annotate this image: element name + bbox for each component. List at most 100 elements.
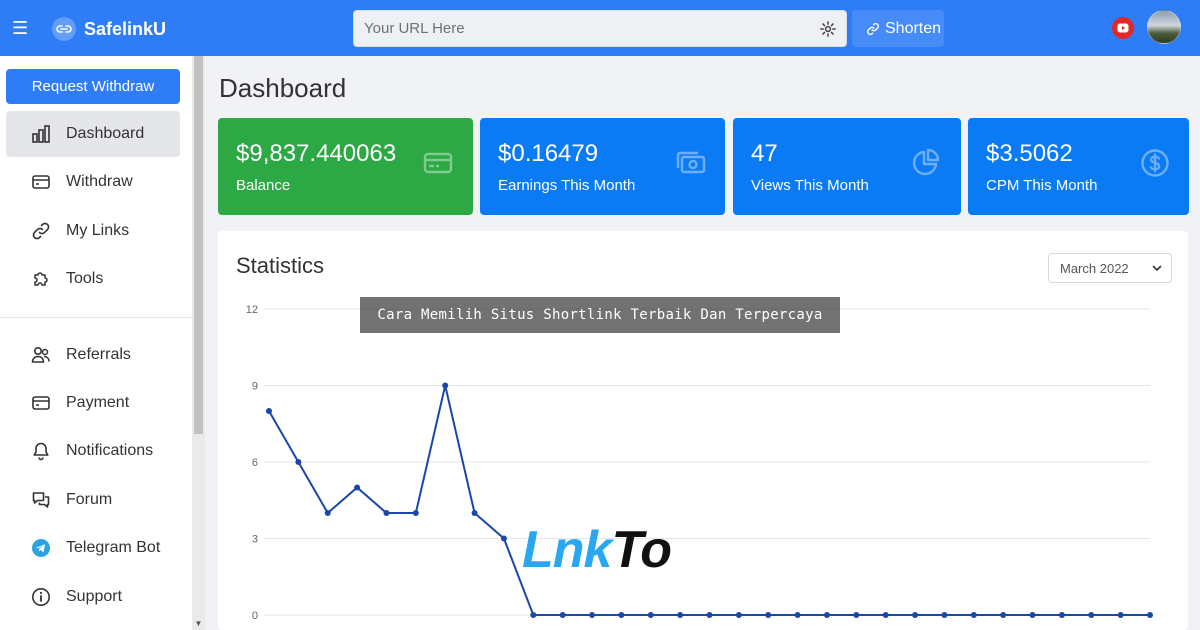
link-icon: [867, 22, 879, 35]
stat-label: Balance: [236, 177, 291, 194]
data-point[interactable]: [324, 510, 331, 516]
data-point[interactable]: [266, 408, 272, 414]
menu-toggle-icon[interactable]: ☰: [12, 18, 28, 38]
sidebar-item-label: My Links: [66, 222, 130, 239]
sidebar-scrollbar[interactable]: ▼: [192, 56, 205, 630]
data-point[interactable]: [1088, 612, 1095, 618]
sidebar-item-referrals[interactable]: Referrals: [6, 332, 180, 378]
stat-card-balance: $9,837.440063 Balance: [218, 118, 473, 215]
sidebar-item-label: Support: [66, 588, 123, 605]
data-point[interactable]: [706, 612, 713, 618]
sidebar-item-label: Withdraw: [66, 173, 133, 190]
data-point[interactable]: [794, 612, 801, 618]
lnkto-logo: LnkTo: [522, 520, 672, 582]
puzzle-icon: [34, 272, 48, 286]
shorten-label: Shorten: [885, 19, 942, 37]
data-point[interactable]: [912, 612, 919, 618]
sidebar-item-my-links[interactable]: My Links: [6, 208, 180, 254]
sidebar-item-support[interactable]: Support: [6, 574, 180, 620]
data-point[interactable]: [1147, 612, 1153, 618]
sidebar-item-telegram-bot[interactable]: Telegram Bot: [6, 525, 180, 571]
data-point[interactable]: [442, 382, 449, 389]
telegram-icon: [32, 539, 50, 557]
chat-icon: [32, 492, 50, 508]
data-point[interactable]: [735, 612, 742, 618]
data-point[interactable]: [765, 612, 772, 618]
card-icon: [32, 396, 50, 410]
data-point[interactable]: [677, 612, 684, 618]
data-point[interactable]: [412, 510, 419, 516]
money-icon: [676, 151, 706, 174]
sidebar-item-withdraw[interactable]: Withdraw: [6, 159, 180, 205]
data-point[interactable]: [882, 612, 889, 618]
stat-card-views: 47 Views This Month: [733, 118, 961, 215]
sidebar-item-label: Referrals: [66, 346, 131, 363]
data-point[interactable]: [559, 612, 566, 618]
sidebar-item-dashboard[interactable]: Dashboard: [6, 111, 180, 157]
data-point[interactable]: [618, 612, 625, 618]
page-title: Dashboard: [219, 73, 347, 103]
data-point[interactable]: [1117, 612, 1124, 618]
y-tick-label: 6: [252, 457, 258, 469]
data-point[interactable]: [471, 510, 478, 516]
sidebar-item-label: Dashboard: [66, 125, 145, 142]
bar-chart-icon: [32, 125, 50, 143]
stat-card-cpm: $3.5062 CPM This Month: [968, 118, 1189, 215]
avatar[interactable]: [1147, 10, 1181, 44]
sidebar-item-label: Forum: [66, 491, 113, 508]
data-point[interactable]: [853, 612, 860, 618]
statistics-line-chart: 0 3 6 9 12: [246, 304, 1153, 622]
sidebar: Request Withdraw Dashboard Withdraw My L…: [0, 56, 192, 630]
info-icon: [32, 588, 50, 606]
sidebar-item-payment[interactable]: Payment: [6, 380, 180, 426]
data-point[interactable]: [823, 612, 830, 618]
request-withdraw-button[interactable]: Request Withdraw: [6, 69, 180, 104]
stat-label: Earnings This Month: [498, 177, 636, 194]
sidebar-item-tools[interactable]: Tools: [6, 256, 180, 302]
sidebar-item-label: Telegram Bot: [66, 539, 161, 556]
gear-icon[interactable]: [819, 20, 837, 38]
data-point[interactable]: [1058, 612, 1065, 618]
url-input[interactable]: [354, 11, 814, 46]
y-tick-label: 3: [252, 534, 258, 546]
data-point[interactable]: [383, 510, 390, 516]
users-icon: [31, 346, 50, 363]
stat-label: CPM This Month: [986, 177, 1098, 194]
data-point[interactable]: [295, 459, 302, 465]
stat-card-earnings: $0.16479 Earnings This Month: [480, 118, 725, 215]
dollar-icon: [1141, 149, 1169, 177]
stat-value: $3.5062: [986, 140, 1073, 167]
data-point[interactable]: [589, 612, 596, 618]
y-tick-label: 12: [246, 304, 258, 316]
data-point[interactable]: [500, 535, 507, 542]
wallet-icon: [32, 175, 50, 189]
scrollbar-thumb[interactable]: [194, 56, 203, 434]
statistics-panel: Statistics March 2022 0 3 6 9 12: [218, 231, 1188, 630]
data-point[interactable]: [970, 612, 977, 618]
stat-value: $9,837.440063: [236, 140, 397, 167]
scroll-down-arrow-icon[interactable]: ▼: [194, 619, 203, 628]
sidebar-item-label: Tools: [66, 270, 104, 287]
series-line: [268, 385, 1150, 616]
youtube-icon[interactable]: [1112, 17, 1134, 39]
sidebar-item-label: Notifications: [66, 442, 154, 459]
sidebar-item-notifications[interactable]: Notifications: [6, 428, 180, 474]
stat-value: $0.16479: [498, 140, 599, 167]
pie-chart-icon: [912, 148, 940, 176]
sidebar-item-label: Payment: [66, 394, 130, 411]
data-point[interactable]: [1029, 612, 1036, 618]
sidebar-item-forum[interactable]: Forum: [6, 477, 180, 523]
data-point[interactable]: [530, 612, 537, 618]
data-point[interactable]: [941, 612, 948, 618]
data-point[interactable]: [647, 612, 654, 618]
sidebar-divider: [0, 317, 192, 318]
y-tick-label: 0: [252, 610, 258, 622]
top-navbar: ☰ SafelinkU Shorten: [0, 0, 1200, 56]
brand-name: SafelinkU: [84, 18, 167, 39]
data-point[interactable]: [1000, 612, 1007, 618]
url-box: [353, 10, 847, 47]
shorten-button[interactable]: Shorten: [852, 10, 944, 47]
data-point[interactable]: [354, 484, 361, 491]
article-title-banner: Cara Memilih Situs Shortlink Terbaik Dan…: [360, 297, 840, 333]
brand[interactable]: SafelinkU: [52, 14, 166, 44]
